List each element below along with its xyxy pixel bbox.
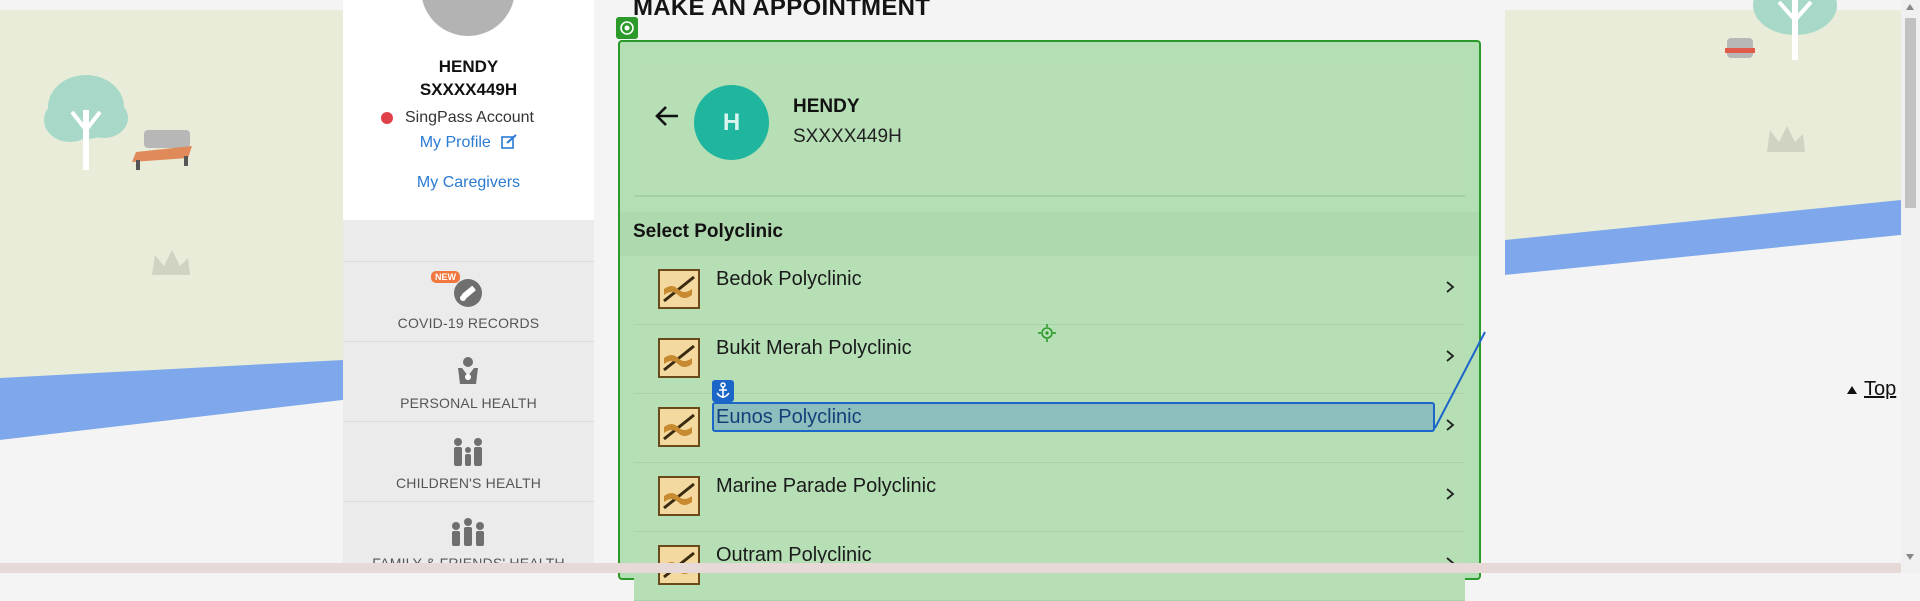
profile-name: HENDY <box>438 57 499 76</box>
top-link-label: Top <box>1864 378 1897 400</box>
clinic-name: Eunos Polyclinic <box>716 406 862 428</box>
menu-item-label: CHILDREN'S HEALTH <box>395 475 542 491</box>
polyclinic-row-bedok[interactable]: Bedok Polyclinic <box>634 256 1465 325</box>
polyclinic-row-eunos[interactable]: Eunos Polyclinic <box>634 380 1465 463</box>
account-type: SingPass Account <box>381 109 534 127</box>
park-illustration-left <box>0 0 343 573</box>
menu-item-covid-records[interactable]: NEW COVID-19 RECORDS <box>343 261 594 341</box>
polyclinic-list: Bedok Polyclinic Bukit Merah Polyclinic <box>634 256 1465 601</box>
scroll-up-arrow-icon[interactable] <box>1906 4 1914 10</box>
page-scrollbar[interactable] <box>1901 0 1920 573</box>
main-content: MAKE AN APPOINTMENT H HENDY SXXXX449H Se… <box>594 0 1505 601</box>
group-icon <box>452 518 484 546</box>
caret-up-icon <box>1847 385 1857 394</box>
polyclinic-row-marine-parade[interactable]: Marine Parade Polyclinic <box>634 463 1465 532</box>
back-arrow-icon[interactable] <box>654 104 680 128</box>
section-heading-text: Select Polyclinic <box>633 221 783 242</box>
background-scenery-left <box>0 0 343 573</box>
menu-item-label: PERSONAL HEALTH <box>400 395 537 411</box>
scroll-thumb[interactable] <box>1905 18 1916 208</box>
select-polyclinic-heading: Select Polyclinic <box>620 212 1479 256</box>
edit-icon <box>501 134 517 149</box>
clinic-icon <box>658 407 700 447</box>
menu-item-personal-health[interactable]: PERSONAL HEALTH <box>343 341 594 421</box>
scroll-down-arrow-icon[interactable] <box>1906 554 1914 560</box>
profile-id: SXXXX449H <box>419 80 518 99</box>
patient-id: SXXXX449H <box>793 126 902 147</box>
patient-header: H HENDY SXXXX449H <box>634 58 1465 197</box>
clinic-name: Bedok Polyclinic <box>716 268 862 290</box>
clinic-icon <box>658 338 700 378</box>
person-icon <box>458 357 478 384</box>
chevron-right-icon <box>1446 488 1455 500</box>
my-profile-link[interactable]: My Profile <box>343 134 594 152</box>
profile-card: HENDY SXXXX449H SingPass Account My Prof… <box>343 0 594 220</box>
my-profile-label: My Profile <box>419 134 491 151</box>
clinic-name: Marine Parade Polyclinic <box>716 475 937 497</box>
patient-avatar: H <box>694 85 769 160</box>
side-menu: NEW COVID-19 RECORDS PERSONAL HEALTH CHI… <box>343 261 594 581</box>
clinic-name: Bukit Merah Polyclinic <box>716 337 912 359</box>
new-badge: NEW <box>431 271 460 283</box>
annotation-connector <box>1434 331 1486 429</box>
status-dot-icon <box>381 112 393 124</box>
sidebar: HENDY SXXXX449H SingPass Account My Prof… <box>343 0 594 573</box>
menu-item-label: COVID-19 RECORDS <box>397 315 540 331</box>
appointment-panel: H HENDY SXXXX449H Select Polyclinic Bedo… <box>618 40 1481 601</box>
clinic-icon <box>658 476 700 516</box>
account-label: SingPass Account <box>405 109 534 126</box>
crosshair-icon <box>1038 324 1056 342</box>
patient-name: HENDY <box>793 96 860 117</box>
clinic-icon <box>658 269 700 309</box>
anchor-icon <box>712 380 734 402</box>
bottom-strip <box>0 563 1901 573</box>
background-scenery-right <box>1505 0 1901 573</box>
my-caregivers-link[interactable]: My Caregivers <box>343 174 594 192</box>
family-icon <box>454 438 482 466</box>
menu-item-childrens-health[interactable]: CHILDREN'S HEALTH <box>343 421 594 501</box>
avatar <box>421 0 515 36</box>
back-to-top-link[interactable]: Top <box>1846 378 1896 401</box>
park-illustration-right <box>1505 0 1901 573</box>
target-marker-icon <box>616 17 638 39</box>
chevron-right-icon <box>1446 281 1455 293</box>
page-title: MAKE AN APPOINTMENT <box>633 0 931 21</box>
